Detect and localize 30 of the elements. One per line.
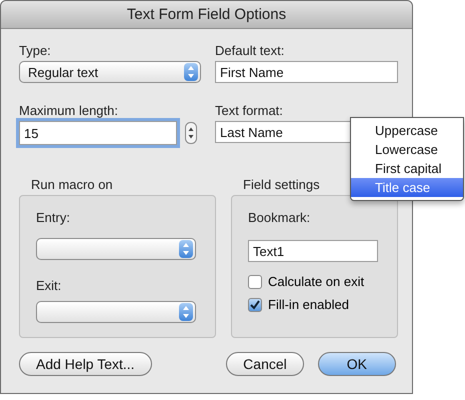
group-title: Field settings (243, 177, 320, 194)
checkbox[interactable] (248, 274, 262, 288)
arrows-icon (179, 240, 193, 258)
dialog-button[interactable]: Add Help Text... (19, 352, 152, 376)
type-select[interactable]: Regular text (19, 61, 201, 83)
stepper-icon[interactable] (185, 122, 197, 144)
menu-item[interactable]: Lowercase (351, 140, 463, 159)
entry-select[interactable] (36, 238, 196, 260)
default-text-label: Default text: (215, 43, 286, 60)
default-button[interactable]: OK (318, 352, 396, 376)
bookmark-label: Bookmark: (248, 210, 312, 227)
text-format-label: Text format: (215, 103, 284, 120)
maximum-length-field[interactable]: 15 (19, 121, 177, 145)
dialog-button[interactable]: Cancel (226, 352, 304, 376)
maximum-length-label: Maximum length: (19, 103, 119, 120)
entry-label: Entry: (36, 210, 71, 227)
menu-item[interactable]: First capital (351, 159, 463, 178)
arrows-icon (179, 303, 193, 322)
bookmark-field[interactable]: Text1 (248, 240, 378, 262)
checkbox[interactable] (248, 298, 262, 312)
window-title: Text Form Field Options (126, 6, 286, 23)
type-label: Type: (19, 43, 52, 60)
group-title: Run macro on (31, 177, 113, 194)
exit-label: Exit: (36, 278, 62, 294)
default-text-field[interactable]: First Name (215, 61, 398, 83)
checkbox-label: Calculate on exit (268, 274, 364, 289)
exit-select[interactable] (36, 301, 196, 323)
menu-item[interactable]: Title case (351, 178, 463, 197)
checkbox-label: Fill-in enabled (268, 297, 349, 312)
arrows-icon (184, 63, 198, 81)
